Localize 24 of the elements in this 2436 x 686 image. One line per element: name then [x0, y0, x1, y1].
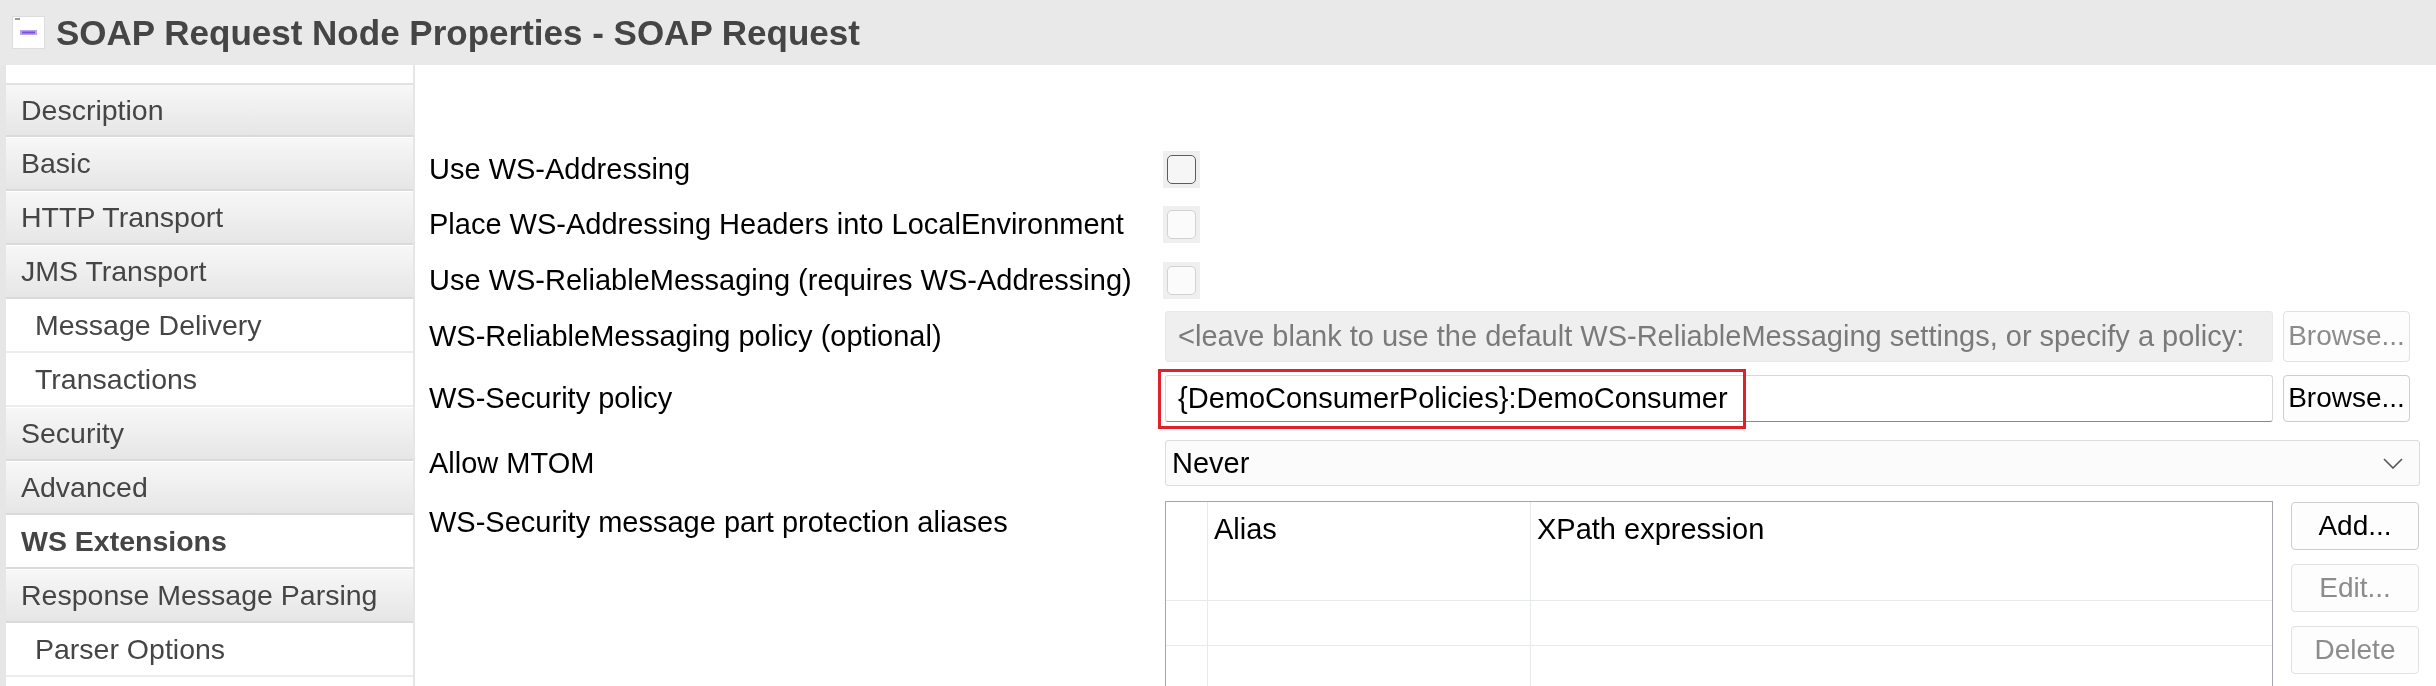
sidebar-item[interactable]: Response Message Parsing	[6, 569, 413, 623]
dropdown[interactable]: Never	[1165, 440, 2420, 486]
field-label: WS-Security message part protection aliases	[429, 506, 1009, 539]
app-icon	[12, 16, 45, 49]
sidebar-item[interactable]: Basic	[6, 137, 413, 191]
checkbox[interactable]	[1163, 150, 1200, 188]
field-label: Use WS-ReliableMessaging (requires WS-Addressing)	[429, 263, 1133, 297]
sidebar-item[interactable]: Advanced	[6, 461, 413, 515]
input-field[interactable]: {DemoConsumerPolicies}:DemoConsumer	[1165, 374, 2273, 422]
sidebar-item[interactable]: Description	[6, 83, 413, 137]
sidebar-item[interactable]: JMS Transport	[6, 245, 413, 299]
field-label: Use WS-Addressing	[429, 152, 692, 186]
field-label: Place WS-Addressing Headers into LocalEnvironment	[429, 208, 1125, 241]
browse-button[interactable]: Browse...	[2283, 374, 2410, 422]
sidebar-item[interactable]: Security	[6, 407, 413, 461]
add-button[interactable]: Add...	[2291, 502, 2419, 550]
chevron-down-icon	[2383, 457, 2403, 469]
sidebar-item[interactable]: HTTP Transport	[6, 191, 413, 245]
column-header[interactable]: Alias	[1208, 502, 1531, 556]
column-header[interactable]: XPath expression	[1531, 502, 2272, 556]
field-label: Allow MTOM	[429, 446, 596, 480]
window-title: SOAP Request Node Properties - SOAP Request	[56, 12, 860, 53]
field-label: WS-Security policy	[429, 381, 674, 415]
field-label: WS-ReliableMessaging policy (optional)	[429, 319, 943, 353]
